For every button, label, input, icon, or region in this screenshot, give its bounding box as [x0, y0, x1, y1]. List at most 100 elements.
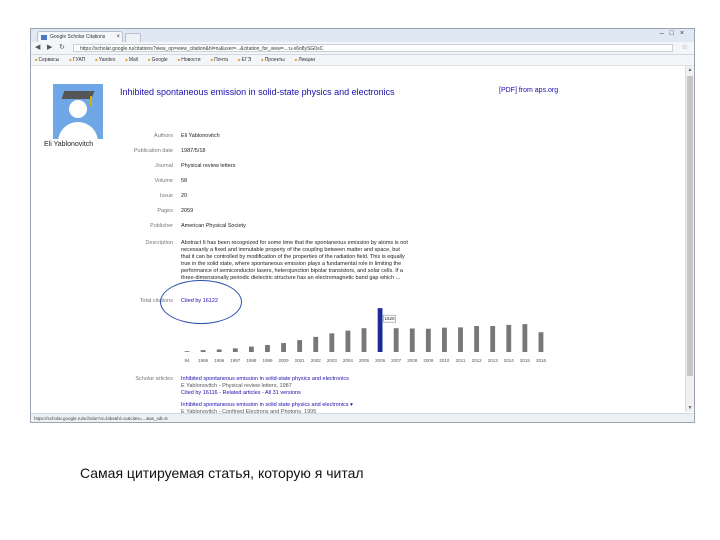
chart-tick-label: 2005: [359, 358, 370, 363]
chart-bar[interactable]: [361, 328, 367, 352]
forward-icon[interactable]: ▶: [47, 42, 52, 54]
chart-bar[interactable]: [281, 343, 286, 352]
chart-bar[interactable]: [329, 333, 335, 352]
field-value: 2059: [181, 208, 194, 214]
citations-chart: 94 1995 1996 1997 1998 1999 2000 2001 2002 2003 20…: [184, 308, 547, 363]
chart-bar[interactable]: [474, 326, 480, 352]
chart-bar[interactable]: [200, 350, 206, 352]
chart-bar[interactable]: [409, 328, 415, 352]
chart-tick-label: 2010: [439, 358, 450, 363]
field-value: 20: [181, 193, 188, 199]
star-icon[interactable]: ☆: [682, 42, 688, 54]
scroll-up-icon[interactable]: ▲: [686, 66, 694, 74]
chart-bar[interactable]: [184, 351, 190, 352]
browser-tab[interactable]: Google Scholar Citations ×: [37, 31, 123, 42]
description-line: true in the solid state, where spontaneo…: [181, 261, 402, 267]
bookmark-item[interactable]: Проекты: [261, 57, 285, 63]
field-label: Publication date: [133, 148, 173, 154]
chart-tick-label: 2008: [407, 358, 418, 363]
chart-tick-label: 1995: [198, 358, 209, 363]
bookmark-item[interactable]: Почта: [211, 57, 228, 63]
chart-bar[interactable]: [506, 324, 512, 352]
scholar-articles-label: Scholar articles: [135, 376, 173, 382]
field-value: American Physical Society: [181, 223, 246, 229]
profile-name[interactable]: Eli Yablonovitch: [44, 141, 93, 148]
chart-tick-label: 2016: [536, 358, 547, 363]
scholar-article-title[interactable]: Inhibited spontaneous emission in solid-…: [181, 376, 511, 383]
back-icon[interactable]: ◀: [35, 42, 40, 54]
article-title[interactable]: Inhibited spontaneous emission in solid-…: [120, 87, 395, 97]
window-controls[interactable]: –□×: [660, 30, 690, 37]
scholar-article-links[interactable]: Cited by 16116 - Related articles - All …: [181, 390, 511, 397]
bookmark-item[interactable]: Mail: [125, 57, 138, 63]
author-avatar[interactable]: [53, 84, 103, 142]
chart-tick-label: 1998: [246, 358, 257, 363]
field-label: Journal: [154, 163, 173, 169]
field-value: Eli Yablonovitch: [181, 133, 220, 139]
chart-tick-label: 2014: [504, 358, 515, 363]
field-label: Pages: [157, 208, 173, 214]
favicon-icon: [41, 35, 47, 40]
description-line: Abstract It has been recognized for some…: [181, 240, 408, 246]
bookmark-item[interactable]: Лекции: [295, 57, 315, 63]
chart-tick-label: 2012: [472, 358, 483, 363]
chart-bar[interactable]: [538, 332, 544, 352]
bookmark-item[interactable]: Yandex: [95, 57, 115, 63]
chart-bar[interactable]: [297, 340, 303, 352]
chart-bar[interactable]: [265, 344, 270, 352]
url-input[interactable]: https://scholar.google.ru/citations?view…: [73, 44, 673, 52]
chart-tick-label: 2004: [343, 358, 354, 363]
cap-tassel-icon: [90, 96, 92, 106]
scroll-down-icon[interactable]: ▼: [686, 404, 694, 412]
description-line: that it can be controlled by modificatio…: [181, 254, 405, 260]
bookmarks-bar: Сервисы ГУАП Yandex Mail Google Новости Почта Е…: [31, 55, 694, 66]
chart-tick-label: 2007: [391, 358, 402, 363]
scrollbar[interactable]: ▲ ▼: [685, 66, 694, 412]
pdf-link[interactable]: [PDF] from aps.org: [499, 87, 558, 94]
field-label: Issue: [159, 193, 173, 199]
chart-bar[interactable]: [425, 328, 431, 352]
chart-bar[interactable]: [442, 327, 447, 352]
browser-window: Google Scholar Citations × –□× ◀ ▶ ↻ htt…: [30, 28, 695, 423]
scholar-article: Inhibited spontaneous emission in solid-…: [181, 376, 511, 397]
bookmark-item[interactable]: Google: [148, 57, 168, 63]
field-label: Publisher: [150, 223, 173, 229]
chart-tick-label: 1999: [262, 358, 273, 363]
chart-tick-label: 2013: [488, 358, 499, 363]
chart-tick-label: 1997: [230, 358, 241, 363]
chart-tick-label: 2009: [423, 358, 434, 363]
chart-bar[interactable]: [393, 328, 399, 352]
chart-bar[interactable]: [377, 308, 383, 352]
description-line: three-dimensionally periodic dielectric …: [181, 275, 401, 281]
description-line: necessarily a fixed and immutable proper…: [181, 247, 400, 253]
chart-bar[interactable]: [345, 330, 351, 352]
field-value: Physical review letters: [181, 163, 236, 169]
bookmark-item[interactable]: Сервисы: [35, 57, 59, 63]
chart-tick-label: 2000: [279, 358, 290, 363]
chart-bar[interactable]: [232, 348, 238, 352]
field-value: 1987/5/18: [181, 148, 206, 154]
scroll-thumb[interactable]: [687, 76, 693, 376]
scholar-article-title[interactable]: Inhibited spontaneous emission in solid …: [181, 402, 511, 409]
bookmark-item[interactable]: ГУАП: [69, 57, 85, 63]
bookmark-item[interactable]: ЕГЭ: [238, 57, 251, 63]
chart-tick-label: 2001: [295, 358, 306, 363]
avatar-head-icon: [69, 100, 87, 118]
chart-bar[interactable]: [216, 349, 222, 352]
title-bar: Google Scholar Citations × –□×: [31, 29, 694, 43]
status-bar: https://scholar.google.ru/scholar?oi=bib…: [31, 413, 694, 422]
close-tab-icon[interactable]: ×: [116, 32, 120, 42]
address-bar: ◀ ▶ ↻ https://scholar.google.ru/citation…: [31, 42, 694, 55]
chart-bar[interactable]: [458, 327, 463, 352]
scholar-article-authors: E Yablonovitch - Physical review letters…: [181, 383, 292, 389]
slide-caption: Самая цитируемая статья, которую я читал: [80, 465, 364, 481]
chart-bar[interactable]: [313, 336, 319, 352]
description-line: performance of semiconductor lasers, het…: [181, 268, 403, 274]
reload-icon[interactable]: ↻: [59, 42, 65, 54]
field-value: 58: [181, 178, 188, 184]
bookmark-item[interactable]: Новости: [178, 57, 201, 63]
chart-bar[interactable]: [248, 346, 254, 352]
chart-bar[interactable]: [490, 326, 496, 352]
chart-bar[interactable]: [522, 324, 528, 352]
tab-title: Google Scholar Citations: [50, 34, 106, 40]
